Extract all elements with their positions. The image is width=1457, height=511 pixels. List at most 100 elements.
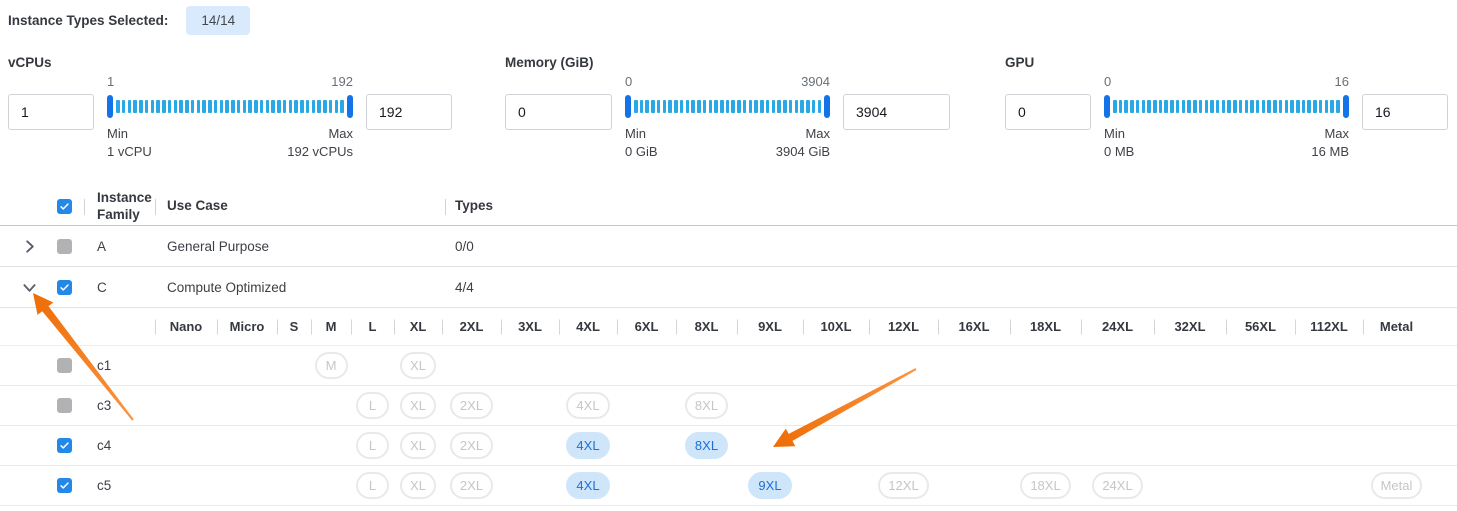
size-cell — [155, 386, 217, 425]
slider-tick — [800, 100, 804, 113]
size-pill[interactable]: 4XL — [566, 472, 609, 499]
slider-tick — [1296, 100, 1300, 113]
range-slider: 0 16 Min0 MB Max16 MB — [1104, 74, 1349, 161]
size-column-header: 56XL — [1226, 308, 1295, 345]
slider-tick — [1285, 100, 1289, 113]
slider-min-caption: Min0 GiB — [625, 125, 658, 161]
size-pill[interactable]: 4XL — [566, 432, 609, 459]
size-cell — [676, 346, 737, 385]
instance-row-checkbox[interactable] — [57, 438, 72, 453]
size-pill[interactable]: Metal — [1371, 472, 1423, 499]
slider-max-handle[interactable] — [347, 95, 353, 118]
size-cell — [617, 346, 676, 385]
size-cell — [501, 466, 559, 505]
memory-gib-max-input[interactable] — [843, 94, 950, 130]
size-pill[interactable]: 8XL — [685, 432, 728, 459]
size-pill[interactable]: 2XL — [450, 432, 493, 459]
size-pill[interactable]: 12XL — [878, 472, 928, 499]
size-cell — [277, 346, 311, 385]
slider-tick — [312, 100, 316, 113]
slider-tick — [1182, 100, 1186, 113]
family-types-count: 4/4 — [445, 280, 1457, 295]
size-column-header: 3XL — [501, 308, 559, 345]
slider-max-handle[interactable] — [824, 95, 830, 118]
size-column-header: 10XL — [803, 308, 869, 345]
select-all-checkbox[interactable] — [57, 199, 72, 214]
slider-tick — [783, 100, 787, 113]
size-pill[interactable]: 9XL — [748, 472, 791, 499]
size-pill[interactable]: 2XL — [450, 472, 493, 499]
slider-tick — [754, 100, 758, 113]
size-cell — [1010, 386, 1081, 425]
size-pill[interactable]: XL — [400, 352, 436, 379]
slider-tick — [731, 100, 735, 113]
size-column-header: 4XL — [559, 308, 617, 345]
slider-tick — [663, 100, 667, 113]
size-pill[interactable]: L — [356, 432, 389, 459]
chevron-right-icon[interactable] — [22, 239, 37, 254]
slider-tick — [329, 100, 333, 113]
slider-tick — [300, 100, 304, 113]
size-pill[interactable]: 24XL — [1092, 472, 1142, 499]
size-pill[interactable]: M — [315, 352, 348, 379]
slider-tick — [777, 100, 781, 113]
size-pill[interactable]: L — [356, 472, 389, 499]
column-divider — [155, 199, 156, 215]
size-cell — [311, 386, 351, 425]
slider-tick — [323, 100, 327, 113]
size-pill[interactable]: 2XL — [450, 392, 493, 419]
slider-range-end-label: 192 — [331, 74, 353, 92]
size-pill[interactable]: XL — [400, 472, 436, 499]
instance-row-c4: c4LXL2XL4XL8XL — [0, 426, 1457, 466]
vcpus-max-input[interactable] — [366, 94, 452, 130]
size-pill[interactable]: 4XL — [566, 392, 609, 419]
size-cell — [1154, 426, 1226, 465]
memory-gib-min-input[interactable] — [505, 94, 612, 130]
size-cell: 12XL — [869, 466, 938, 505]
slider-tick — [220, 100, 224, 113]
size-cell: 9XL — [737, 466, 803, 505]
size-cell — [1363, 346, 1430, 385]
family-checkbox[interactable] — [57, 239, 72, 254]
gpu-max-input[interactable] — [1362, 94, 1448, 130]
slider-max-handle[interactable] — [1343, 95, 1349, 118]
slider-tick — [726, 100, 730, 113]
slider-tick — [1290, 100, 1294, 113]
slider-tick — [766, 100, 770, 113]
slider-tick — [1273, 100, 1277, 113]
types-column-header: Types — [445, 198, 1457, 215]
instance-row-c1: c1MXL — [0, 346, 1457, 386]
instance-row-checkbox[interactable] — [57, 478, 72, 493]
size-column-header: 8XL — [676, 308, 737, 345]
instance-name: c3 — [84, 398, 155, 413]
size-cell — [676, 466, 737, 505]
size-pill[interactable]: XL — [400, 392, 436, 419]
slider-tick — [1227, 100, 1231, 113]
slider-tick — [1313, 100, 1317, 113]
instance-row-checkbox[interactable] — [57, 358, 72, 373]
size-cell — [155, 466, 217, 505]
size-pill[interactable]: L — [356, 392, 389, 419]
size-cell: XL — [394, 346, 442, 385]
family-use-case: Compute Optimized — [155, 280, 445, 295]
slider-tick — [1325, 100, 1329, 113]
family-checkbox[interactable] — [57, 280, 72, 295]
vcpus-min-input[interactable] — [8, 94, 94, 130]
slider-minmax-captions: Min0 GiB Max3904 GiB — [625, 125, 830, 161]
size-column-header: M — [311, 308, 351, 345]
slider-range-labels: 0 16 — [1104, 74, 1349, 92]
slider-tick — [760, 100, 764, 113]
slider-row: 1 192 Min1 vCPU Max192 vCPUs — [8, 74, 452, 161]
size-cell — [501, 346, 559, 385]
size-pill[interactable]: XL — [400, 432, 436, 459]
slider-tick — [1262, 100, 1266, 113]
gpu-min-input[interactable] — [1005, 94, 1091, 130]
chevron-down-icon[interactable] — [22, 280, 37, 295]
slider-tick — [1256, 100, 1260, 113]
slider-range-start-label: 0 — [625, 74, 632, 92]
size-pill[interactable]: 18XL — [1020, 472, 1070, 499]
instance-row-checkbox[interactable] — [57, 398, 72, 413]
slider-tick — [162, 100, 166, 113]
size-cell: 8XL — [676, 426, 737, 465]
size-pill[interactable]: 8XL — [685, 392, 728, 419]
